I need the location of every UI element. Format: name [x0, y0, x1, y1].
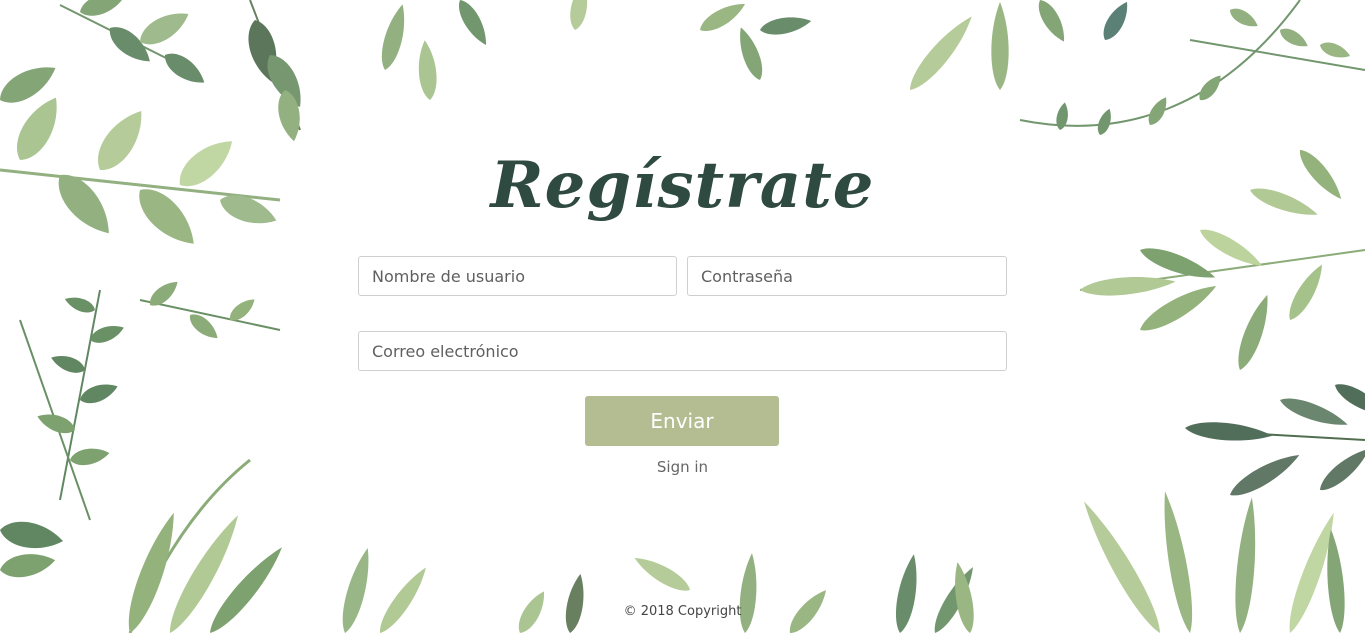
page-title: Regístrate	[490, 148, 875, 223]
email-input[interactable]	[358, 331, 1007, 371]
sign-in-link[interactable]: Sign in	[0, 458, 1365, 476]
footer-copyright: © 2018 Copyright	[623, 604, 742, 619]
registration-page: Regístrate Enviar Sign in © 2018 Copyrig…	[0, 0, 1365, 633]
username-input[interactable]	[358, 256, 677, 296]
submit-button[interactable]: Enviar	[585, 396, 779, 446]
leaves-background	[0, 0, 1365, 633]
password-input[interactable]	[687, 256, 1007, 296]
